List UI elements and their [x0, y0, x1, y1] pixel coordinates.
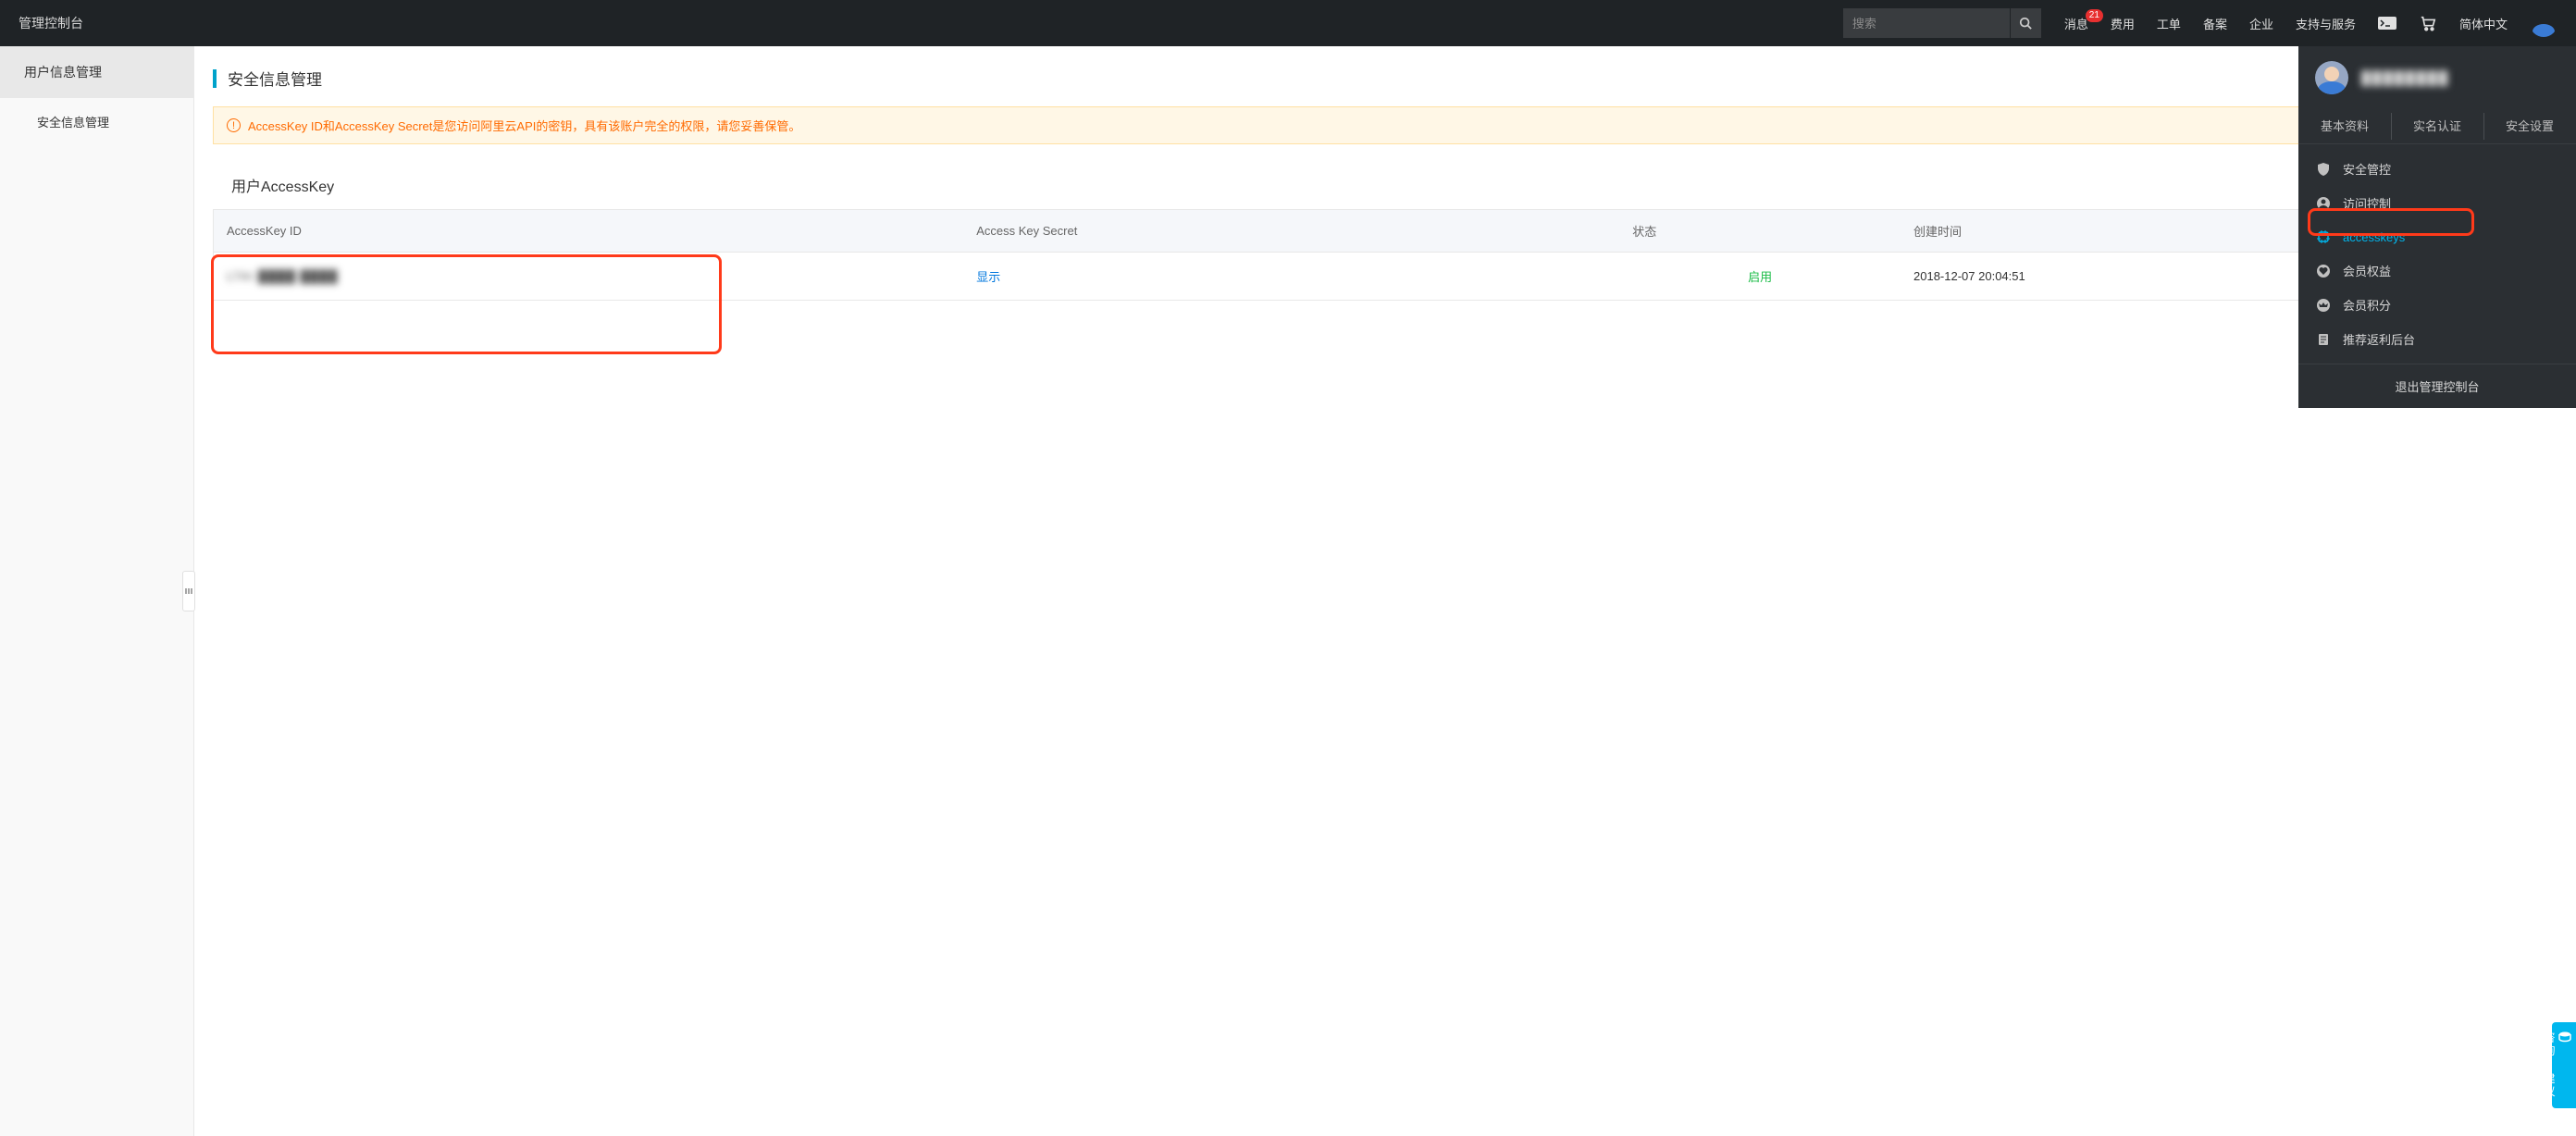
panel-item-label: 会员积分 — [2343, 296, 2391, 314]
panel-avatar — [2315, 61, 2348, 94]
warning-icon: ! — [227, 118, 241, 132]
shield-icon — [2315, 161, 2332, 178]
page-title: 安全信息管理 — [228, 67, 322, 90]
nav-messages[interactable]: 消息 21 — [2064, 15, 2088, 32]
panel-item-access-control[interactable]: 访问控制 — [2298, 186, 2576, 220]
th-accesskey-id: AccessKey ID — [214, 210, 963, 253]
accesskey-table: AccessKey ID Access Key Secret 状态 创建时间 L… — [213, 209, 2557, 301]
search-button[interactable] — [2010, 8, 2041, 38]
crown-icon — [2315, 297, 2332, 314]
panel-item-label: 会员权益 — [2343, 262, 2391, 279]
alert-text: AccessKey ID和AccessKey Secret是您访问阿里云API的… — [248, 117, 800, 134]
nav-messages-label: 消息 — [2064, 18, 2088, 31]
nav-language[interactable]: 简体中文 — [2459, 15, 2508, 32]
logout-button[interactable]: 退出管理控制台 — [2298, 364, 2576, 408]
user-icon — [2315, 195, 2332, 212]
section-title: 用户AccessKey — [194, 161, 2576, 209]
nav-cart[interactable] — [2419, 14, 2437, 32]
brand-title: 管理控制台 — [19, 14, 83, 32]
search-icon — [2019, 17, 2032, 30]
collapse-icon — [184, 587, 193, 596]
doc-icon — [2315, 331, 2332, 348]
panel-item-member-benefits[interactable]: 会员权益 — [2298, 253, 2576, 288]
feedback-tab[interactable]: 咨询 · 建议 — [2552, 1022, 2576, 1108]
terminal-icon — [2378, 17, 2396, 30]
show-secret-link[interactable]: 显示 — [976, 270, 1000, 284]
title-accent-bar — [213, 69, 217, 88]
th-status: 状态 — [1619, 210, 1901, 253]
th-accesskey-secret: Access Key Secret — [963, 210, 1619, 253]
nav-billing[interactable]: 费用 — [2111, 15, 2135, 32]
panel-item-label: 推荐返利后台 — [2343, 330, 2415, 348]
panel-item-label: 访问控制 — [2343, 194, 2391, 212]
sidebar-item-security-info[interactable]: 安全信息管理 — [0, 98, 193, 145]
panel-item-security-control[interactable]: 安全管控 — [2298, 152, 2576, 186]
panel-item-label: accesskeys — [2343, 230, 2405, 244]
panel-item-affiliate[interactable]: 推荐返利后台 — [2298, 322, 2576, 356]
sidebar-title: 用户信息管理 — [0, 46, 193, 98]
panel-item-accesskeys[interactable]: accesskeys — [2298, 220, 2576, 253]
cell-status: 启用 — [1632, 267, 1888, 285]
user-panel: ████████ 基本资料 实名认证 安全设置 安全管控 访问控制 — [2298, 46, 2576, 408]
nav-tickets[interactable]: 工单 — [2157, 15, 2181, 32]
main-content: 安全信息管理 ! AccessKey ID和AccessKey Secret是您… — [194, 46, 2576, 1136]
top-navigation: 管理控制台 消息 21 费用 工单 备案 企业 支持与服务 简体中文 — [0, 0, 2576, 46]
panel-item-label: 安全管控 — [2343, 160, 2391, 178]
panel-username: ████████ — [2361, 70, 2449, 85]
sidebar-collapse-handle[interactable] — [182, 571, 195, 611]
feedback-label: 咨询 · 建议 — [2543, 1031, 2556, 1099]
messages-badge: 21 — [2086, 9, 2103, 22]
search-input[interactable] — [1843, 8, 2010, 38]
tab-basic-info[interactable]: 基本资料 — [2298, 109, 2391, 143]
feedback-icon — [2557, 1031, 2572, 1044]
cart-icon — [2420, 15, 2436, 31]
left-sidebar: 用户信息管理 安全信息管理 — [0, 46, 194, 1136]
warning-alert: ! AccessKey ID和AccessKey Secret是您访问阿里云AP… — [213, 106, 2557, 144]
heart-icon — [2315, 263, 2332, 279]
cell-accesskey-id: LTAI ████ ████ — [227, 269, 338, 283]
nav-terminal[interactable] — [2378, 14, 2396, 32]
nav-support[interactable]: 支持与服务 — [2296, 15, 2356, 32]
tab-security-settings[interactable]: 安全设置 — [2483, 109, 2576, 143]
nav-enterprise[interactable]: 企业 — [2249, 15, 2273, 32]
search-box — [1843, 8, 2041, 38]
key-icon — [2315, 228, 2332, 245]
nav-beian[interactable]: 备案 — [2203, 15, 2227, 32]
tab-realname[interactable]: 实名认证 — [2391, 109, 2483, 143]
table-row: LTAI ████ ████ 显示 启用 2018-12-07 20:04:51 — [214, 253, 2557, 301]
user-avatar[interactable] — [2530, 9, 2557, 37]
panel-item-member-points[interactable]: 会员积分 — [2298, 288, 2576, 322]
